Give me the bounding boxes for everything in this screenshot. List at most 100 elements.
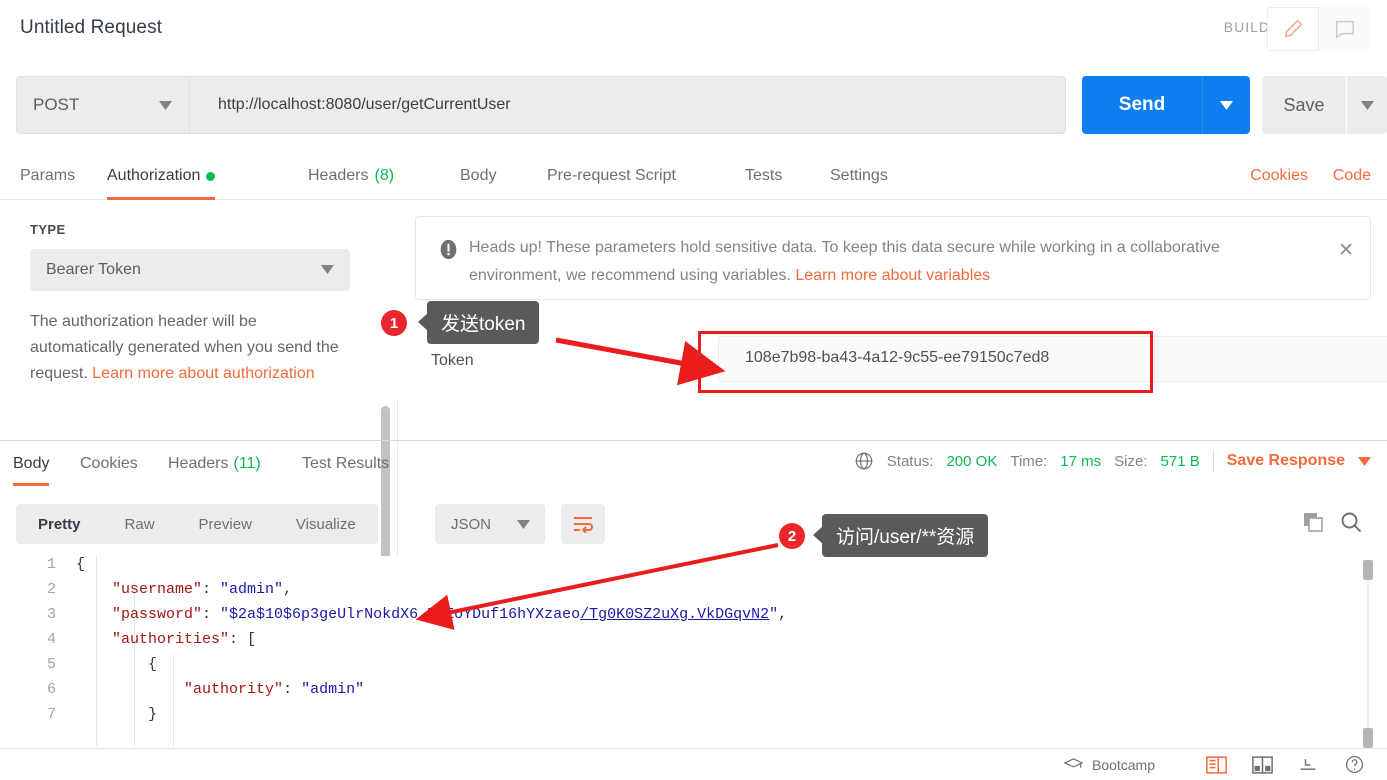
annotation-badge-1: 1: [381, 310, 407, 336]
body-language-select[interactable]: JSON: [435, 504, 545, 544]
authorization-panel: TYPE Bearer Token The authorization head…: [0, 200, 1387, 640]
tab-label: Authorization: [107, 167, 201, 184]
code-scrollbar-thumb-bottom[interactable]: [1363, 728, 1373, 748]
line-number: 1: [46, 556, 56, 573]
chevron-down-icon: [1220, 100, 1233, 110]
status-value: 200 OK: [946, 452, 998, 470]
line-number: 2: [46, 581, 56, 598]
tab-params[interactable]: Params: [20, 152, 75, 200]
build-label: BUILD: [1223, 19, 1270, 35]
http-method-value: POST: [33, 95, 80, 114]
tab-label: Params: [20, 167, 76, 184]
size-label: Size:: [1114, 452, 1148, 470]
response-tab-test-results[interactable]: Test Results: [302, 441, 389, 486]
split-pane-layout-button[interactable]: [1239, 749, 1285, 780]
annotation-badge-2: 2: [779, 523, 805, 549]
request-header: Untitled Request BUILD: [0, 0, 1387, 58]
response-tab-body[interactable]: Body: [13, 441, 50, 486]
token-label: Token: [431, 352, 474, 369]
auth-active-dot: [206, 171, 216, 181]
tab-tests[interactable]: Tests: [745, 152, 782, 200]
pencil-icon: [1284, 19, 1303, 38]
alert-icon: [440, 239, 457, 260]
save-response-button[interactable]: Save Response: [1227, 452, 1345, 470]
code-line: 6 "authority": "admin": [0, 681, 1387, 706]
variables-link[interactable]: Learn more about variables: [795, 267, 990, 284]
graduation-cap-icon: [1063, 758, 1083, 768]
code-text: {: [148, 656, 158, 673]
meta-divider: [1212, 450, 1214, 472]
send-options-button[interactable]: [1202, 76, 1250, 134]
code-line: 4 "authorities": [: [0, 631, 1387, 656]
bootcamp-label: Bootcamp: [1091, 756, 1155, 773]
body-view-segmented-control: Pretty Raw Preview Visualize: [16, 504, 378, 544]
word-wrap-icon: [574, 517, 593, 533]
help-icon: [1345, 755, 1363, 774]
chevron-down-icon: [159, 101, 172, 110]
tab-settings[interactable]: Settings: [830, 152, 888, 200]
line-number: 4: [46, 631, 56, 648]
search-button[interactable]: [1339, 510, 1363, 539]
annotation-bubble-1: 发送token: [417, 301, 540, 344]
response-tab-headers[interactable]: Headers (11): [168, 441, 261, 486]
send-button[interactable]: Send: [1082, 76, 1202, 134]
save-button[interactable]: Save: [1262, 76, 1346, 134]
comment-button[interactable]: [1319, 7, 1371, 51]
word-wrap-button[interactable]: [561, 504, 605, 544]
chevron-down-icon: [517, 520, 530, 529]
annotation-bubble-2: 访问/user/**资源: [812, 514, 989, 557]
copy-icon: [1304, 513, 1323, 532]
token-input[interactable]: 108e7b98-ba43-4a12-9c55-ee79150c7ed8: [718, 336, 1387, 382]
chevron-down-icon: [1360, 100, 1374, 110]
url-bar: POST http://localhost:8080/user/getCurre…: [16, 76, 1387, 134]
auth-type-select[interactable]: Bearer Token: [30, 249, 350, 291]
auth-type-label: TYPE: [30, 222, 66, 237]
response-headers-count: (11): [233, 454, 261, 472]
time-label: Time:: [1010, 452, 1048, 470]
tab-authorization[interactable]: Authorization: [107, 152, 216, 200]
trash-button[interactable]: [1285, 749, 1331, 780]
code-line: 5 {: [0, 656, 1387, 681]
line-number: 5: [46, 656, 56, 673]
code-line: 2 "username": "admin",: [0, 581, 1387, 606]
chevron-down-icon: [321, 265, 334, 274]
token-input-value: 108e7b98-ba43-4a12-9c55-ee79150c7ed8: [745, 349, 1050, 366]
tab-label: Body: [460, 167, 497, 184]
code-scrollbar-thumb[interactable]: [1363, 560, 1373, 580]
two-pane-layout-button[interactable]: [1193, 749, 1239, 780]
view-preview[interactable]: Preview: [177, 504, 274, 544]
response-body-code[interactable]: 1{2 "username": "admin", 3 "password": "$…: [0, 556, 1387, 746]
two-pane-icon: [1205, 755, 1227, 774]
tab-headers[interactable]: Headers (8): [308, 152, 394, 200]
sensitive-data-message: Heads up! These parameters hold sensitiv…: [469, 234, 1299, 290]
close-icon[interactable]: ✕: [1338, 239, 1354, 262]
tab-label: Tests: [745, 167, 783, 184]
header-icon-group: [1267, 7, 1371, 51]
page-title: Untitled Request: [20, 17, 163, 38]
cookies-link[interactable]: Cookies: [1250, 152, 1308, 200]
help-button[interactable]: [1331, 749, 1377, 780]
view-pretty[interactable]: Pretty: [16, 504, 103, 544]
tab-body[interactable]: Body: [460, 152, 496, 200]
tab-label: Settings: [830, 167, 888, 184]
auth-detail-column: Heads up! These parameters hold sensitiv…: [398, 200, 1387, 440]
view-visualize[interactable]: Visualize: [274, 504, 378, 544]
bootcamp-button[interactable]: Bootcamp: [1063, 756, 1155, 773]
response-tab-cookies[interactable]: Cookies: [80, 441, 138, 486]
chevron-down-icon[interactable]: [1358, 456, 1371, 466]
save-options-button[interactable]: [1347, 76, 1387, 134]
time-value: 17 ms: [1060, 452, 1102, 470]
url-input[interactable]: http://localhost:8080/user/getCurrentUse…: [189, 76, 1066, 134]
auth-help-link[interactable]: Learn more about authorization: [92, 365, 314, 382]
copy-button[interactable]: [1301, 510, 1325, 539]
code-line: 7 }: [0, 706, 1387, 731]
tab-pre-request-script[interactable]: Pre-request Script: [547, 152, 676, 200]
line-number: 7: [46, 706, 56, 723]
edit-pencil-button[interactable]: [1267, 7, 1319, 51]
tab-label: Test Results: [302, 454, 390, 472]
code-text: }: [148, 706, 158, 723]
http-method-select[interactable]: POST: [16, 76, 189, 134]
view-raw[interactable]: Raw: [103, 504, 177, 544]
code-scrollbar-track[interactable]: [1367, 560, 1369, 746]
code-link[interactable]: Code: [1333, 152, 1371, 200]
